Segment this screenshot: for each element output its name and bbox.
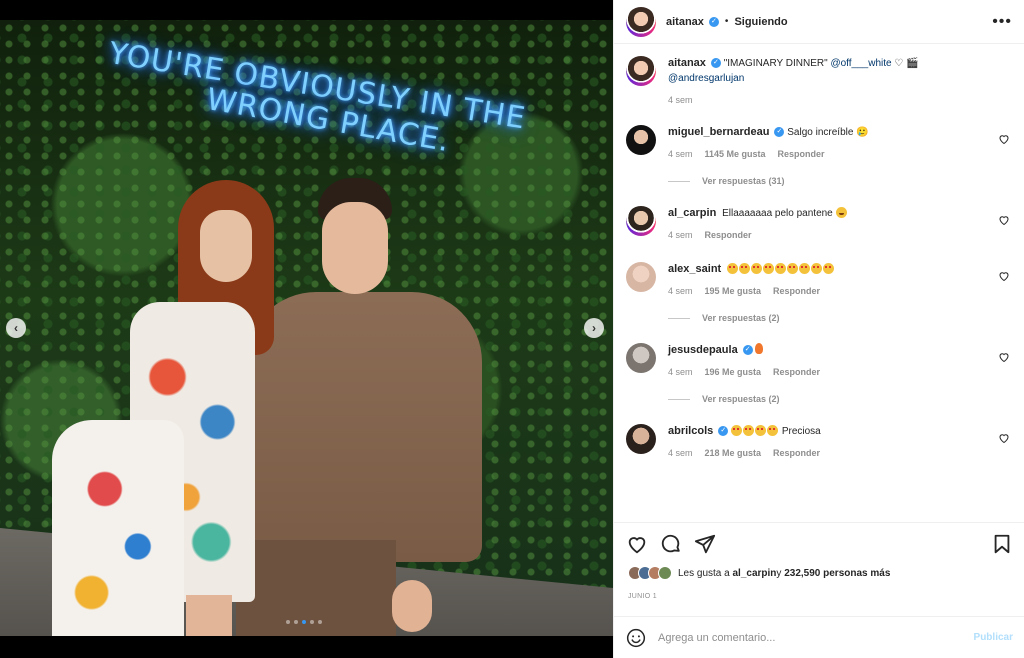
- carousel-dot-active: [302, 620, 306, 624]
- comment-time: 4 sem: [668, 286, 693, 296]
- comment-likes[interactable]: 195 Me gusta: [705, 286, 762, 296]
- verified-icon: ✓: [708, 16, 719, 27]
- author-avatar[interactable]: [626, 56, 656, 86]
- comment-time: 4 sem: [668, 367, 693, 377]
- likes-count[interactable]: 232,590 personas más: [784, 568, 890, 579]
- comment-bubble-icon[interactable]: [660, 533, 682, 555]
- reply-button[interactable]: Responder: [778, 149, 825, 159]
- reply-button[interactable]: Responder: [773, 367, 820, 377]
- publish-button[interactable]: Publicar: [974, 632, 1013, 643]
- mention-link[interactable]: @andresgarlujan: [668, 73, 744, 84]
- comment-time: 4 sem: [668, 149, 693, 159]
- caption-username[interactable]: aitanax: [668, 57, 706, 69]
- caption: aitanax ✓ "IMAGINARY DINNER" @off___white…: [626, 56, 1012, 105]
- comment-time: 4 sem: [668, 448, 693, 458]
- reply-button[interactable]: Responder: [773, 286, 820, 296]
- following-button[interactable]: Siguiendo: [734, 16, 787, 28]
- star-struck-emoji-icons: [731, 425, 779, 437]
- comment-likes[interactable]: 196 Me gusta: [705, 367, 762, 377]
- view-replies-button[interactable]: Ver respuestas (2): [668, 313, 986, 323]
- commenter-username[interactable]: alex_saint: [668, 263, 721, 275]
- commenter-avatar[interactable]: [626, 125, 656, 155]
- view-replies-button[interactable]: Ver respuestas (31): [668, 176, 986, 186]
- like-comment-heart-icon[interactable]: [998, 432, 1010, 444]
- comment-item: miguel_bernardeau ✓ Salgo increíble 🥲 4 s…: [626, 125, 1012, 186]
- star-struck-emoji-icons: [726, 263, 835, 275]
- likes-summary: Les gusta a al_carpin y 232,590 personas…: [628, 566, 890, 580]
- comment-item: abrilcols ✓ Preciosa 4 sem 218 Me gusta R…: [626, 424, 1012, 458]
- commenter-avatar[interactable]: [626, 424, 656, 454]
- fire-emoji-icon: [755, 343, 764, 354]
- commenter-username[interactable]: miguel_bernardeau: [668, 126, 769, 138]
- comment-item: alex_saint 4 sem 195 Me gusta Responder …: [626, 262, 1012, 323]
- like-comment-heart-icon[interactable]: [998, 133, 1010, 145]
- mention-link[interactable]: @off___white: [830, 58, 891, 69]
- commenter-username[interactable]: al_carpin: [668, 207, 716, 219]
- verified-icon: ✓: [774, 127, 785, 138]
- comment-text: Ellaaaaaaa pelo pantene: [722, 208, 833, 219]
- comments-list[interactable]: aitanax ✓ "IMAGINARY DINNER" @off___white…: [614, 44, 1024, 522]
- author-avatar[interactable]: [626, 6, 656, 37]
- like-comment-heart-icon[interactable]: [998, 351, 1010, 363]
- carousel-dot: [294, 620, 298, 624]
- verified-icon: ✓: [710, 58, 721, 69]
- comment-item: al_carpin Ellaaaaaaa pelo pantene 4 sem …: [626, 206, 1012, 240]
- comment-text: Salgo increíble 🥲: [787, 127, 869, 138]
- comment-time: 4 sem: [668, 230, 693, 240]
- share-paper-plane-icon[interactable]: [694, 533, 716, 555]
- more-options-icon[interactable]: •••: [992, 13, 1012, 31]
- commenter-avatar[interactable]: [626, 343, 656, 373]
- carousel-dot: [318, 620, 322, 624]
- save-bookmark-icon[interactable]: [991, 533, 1013, 555]
- post-date: JUNIO 1: [628, 593, 657, 600]
- reply-button[interactable]: Responder: [773, 448, 820, 458]
- caption-text-2: ♡ 🎬: [891, 58, 919, 69]
- post-header: aitanax ✓ • Siguiendo •••: [614, 0, 1024, 44]
- emoji-smile-icon[interactable]: [626, 628, 646, 648]
- commenter-avatar[interactable]: [626, 206, 656, 236]
- carousel-dot: [286, 620, 290, 624]
- liker-username[interactable]: al_carpin: [733, 568, 777, 579]
- post-photo: YOU'RE OBVIOUSLY IN THE WRONG PLACE.: [0, 20, 613, 636]
- author-username[interactable]: aitanax: [666, 16, 704, 28]
- carousel-prev-button[interactable]: ‹: [6, 318, 26, 338]
- comment-input[interactable]: [658, 631, 974, 644]
- separator-dot: •: [724, 16, 729, 27]
- laughing-emoji-icon: [835, 207, 847, 218]
- liker-avatars: [628, 566, 672, 580]
- verified-icon: ✓: [742, 345, 753, 356]
- view-replies-button[interactable]: Ver respuestas (2): [668, 394, 986, 404]
- like-comment-heart-icon[interactable]: [998, 270, 1010, 282]
- comment-likes[interactable]: 1145 Me gusta: [705, 149, 766, 159]
- reply-button[interactable]: Responder: [705, 230, 752, 240]
- commenter-username[interactable]: abrilcols: [668, 425, 713, 437]
- carousel-indicator: [286, 620, 322, 624]
- post-sidebar: aitanax ✓ • Siguiendo ••• aitanax ✓ "IMAG…: [613, 0, 1024, 658]
- commenter-username[interactable]: jesusdepaula: [668, 344, 738, 356]
- carousel-dot: [310, 620, 314, 624]
- post-actions: [614, 522, 1024, 564]
- caption-time: 4 sem: [668, 95, 693, 105]
- carousel-next-button[interactable]: ›: [584, 318, 604, 338]
- caption-text: "IMAGINARY DINNER": [720, 58, 831, 69]
- commenter-avatar[interactable]: [626, 262, 656, 292]
- like-comment-heart-icon[interactable]: [998, 214, 1010, 226]
- add-comment-bar: Publicar: [614, 616, 1024, 658]
- comment-item: jesusdepaula ✓ 4 sem 196 Me gusta Respond…: [626, 343, 1012, 404]
- comment-likes[interactable]: 218 Me gusta: [705, 448, 762, 458]
- like-heart-icon[interactable]: [626, 533, 648, 555]
- comment-text: Preciosa: [781, 426, 821, 437]
- man-figure: [246, 292, 482, 562]
- verified-icon: ✓: [718, 426, 729, 437]
- post-media: YOU'RE OBVIOUSLY IN THE WRONG PLACE. ‹ ›: [0, 0, 613, 658]
